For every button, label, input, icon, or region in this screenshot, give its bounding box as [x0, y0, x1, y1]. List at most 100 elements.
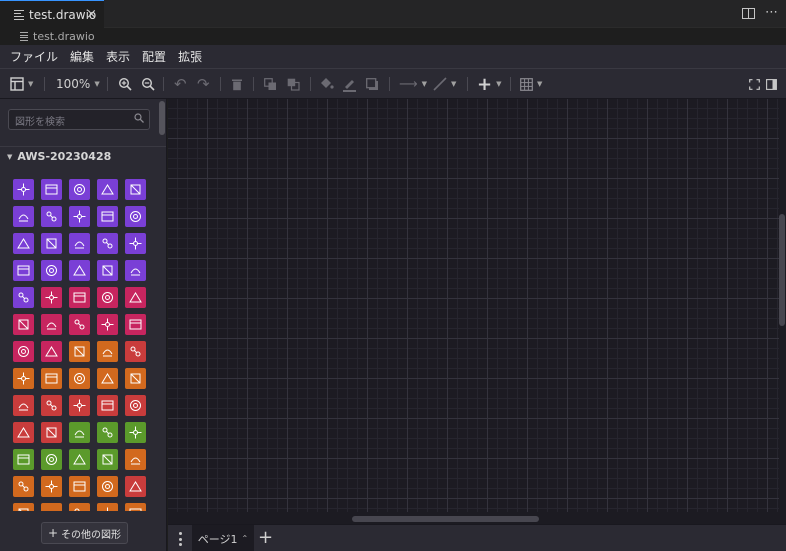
shape-tile-icon[interactable]	[41, 287, 62, 308]
shape-tile-icon[interactable]	[69, 395, 90, 416]
shape-tile-icon[interactable]	[97, 395, 118, 416]
insert-button[interactable]: + ▼	[477, 69, 501, 99]
shape-tile-icon[interactable]	[13, 260, 34, 281]
shape-tile-icon[interactable]	[125, 233, 146, 254]
zoom-in-button[interactable]	[118, 69, 132, 99]
shape-tile-icon[interactable]	[41, 503, 62, 511]
shape-tile-icon[interactable]	[125, 260, 146, 281]
shape-tile-icon[interactable]	[69, 503, 90, 511]
close-icon[interactable]: ×	[86, 7, 97, 22]
shape-tile-icon[interactable]	[69, 341, 90, 362]
sidebar-scrollbar[interactable]	[159, 101, 165, 135]
fullscreen-button[interactable]	[749, 69, 760, 99]
shape-tile-icon[interactable]	[97, 287, 118, 308]
shape-tile-icon[interactable]	[41, 314, 62, 335]
shape-tile-icon[interactable]	[13, 422, 34, 443]
shape-tile-icon[interactable]	[41, 476, 62, 497]
zoom-out-button[interactable]	[141, 69, 155, 99]
add-page-button[interactable]: +	[258, 527, 273, 548]
shape-tile-icon[interactable]	[69, 206, 90, 227]
waypoints-button[interactable]: ▼	[433, 69, 456, 99]
shape-tile-icon[interactable]	[41, 341, 62, 362]
editor-tab[interactable]: test.drawio ×	[0, 0, 104, 28]
zoom-select[interactable]: 100% ▼	[56, 69, 100, 99]
split-editor-icon[interactable]	[742, 8, 755, 19]
menu-extras[interactable]: 拡張	[178, 48, 202, 65]
shape-tile-icon[interactable]	[69, 260, 90, 281]
delete-button[interactable]	[231, 69, 243, 99]
menu-view[interactable]: 表示	[106, 48, 130, 65]
to-back-button[interactable]	[287, 69, 300, 99]
redo-button[interactable]: ↷	[197, 69, 210, 99]
shape-tile-icon[interactable]	[97, 233, 118, 254]
shape-tile-icon[interactable]	[13, 233, 34, 254]
shape-tile-icon[interactable]	[69, 368, 90, 389]
horizontal-scroll-thumb[interactable]	[352, 516, 539, 522]
shape-tile-icon[interactable]	[13, 503, 34, 511]
table-button[interactable]: ▼	[520, 69, 542, 99]
shape-tile-icon[interactable]	[125, 179, 146, 200]
menu-edit[interactable]: 編集	[70, 48, 94, 65]
undo-button[interactable]: ↶	[174, 69, 187, 99]
shape-tile-icon[interactable]	[41, 206, 62, 227]
shape-tile-icon[interactable]	[97, 260, 118, 281]
shape-tile-icon[interactable]	[69, 233, 90, 254]
shape-tile-icon[interactable]	[41, 260, 62, 281]
shape-tile-icon[interactable]	[97, 368, 118, 389]
shape-tile-icon[interactable]	[13, 476, 34, 497]
shape-search-input[interactable]: 図形を検索	[8, 109, 150, 130]
shape-tile-icon[interactable]	[97, 314, 118, 335]
shape-tile-icon[interactable]	[69, 449, 90, 470]
more-shapes-button[interactable]: + その他の図形	[41, 522, 128, 544]
shape-tile-icon[interactable]	[13, 287, 34, 308]
shape-tile-icon[interactable]	[13, 206, 34, 227]
shape-tile-icon[interactable]	[125, 449, 146, 470]
shape-tile-icon[interactable]	[125, 503, 146, 511]
format-panel-toggle[interactable]	[766, 69, 777, 99]
shape-tile-icon[interactable]	[13, 368, 34, 389]
shape-tile-icon[interactable]	[97, 341, 118, 362]
diagram-canvas[interactable]	[168, 99, 779, 512]
shape-tile-icon[interactable]	[69, 314, 90, 335]
connection-style-button[interactable]: ⟶ ▼	[399, 69, 427, 99]
shape-tile-icon[interactable]	[125, 368, 146, 389]
shape-tile-icon[interactable]	[41, 449, 62, 470]
shape-tile-icon[interactable]	[97, 449, 118, 470]
shape-tile-icon[interactable]	[97, 476, 118, 497]
to-front-button[interactable]	[264, 69, 277, 99]
shape-tile-icon[interactable]	[125, 341, 146, 362]
shape-tile-icon[interactable]	[13, 341, 34, 362]
shape-tile-icon[interactable]	[13, 449, 34, 470]
vertical-scroll-thumb[interactable]	[779, 214, 785, 326]
shape-tile-icon[interactable]	[41, 368, 62, 389]
shape-tile-icon[interactable]	[97, 422, 118, 443]
shadow-button[interactable]	[366, 69, 379, 99]
shape-tile-icon[interactable]	[41, 422, 62, 443]
shape-tile-icon[interactable]	[125, 422, 146, 443]
menu-arrange[interactable]: 配置	[142, 48, 166, 65]
shape-tile-icon[interactable]	[125, 395, 146, 416]
line-color-button[interactable]	[342, 69, 357, 99]
shape-tile-icon[interactable]	[97, 206, 118, 227]
breadcrumb-file[interactable]: test.drawio	[33, 30, 95, 43]
shape-tile-icon[interactable]	[13, 179, 34, 200]
shape-tile-icon[interactable]	[41, 233, 62, 254]
shape-tile-icon[interactable]	[97, 179, 118, 200]
fill-color-button[interactable]	[319, 69, 334, 99]
shape-tile-icon[interactable]	[41, 395, 62, 416]
more-actions-icon[interactable]: ⋯	[765, 5, 778, 20]
menu-file[interactable]: ファイル	[10, 48, 58, 65]
shape-tile-icon[interactable]	[69, 287, 90, 308]
pages-menu-icon[interactable]	[177, 532, 183, 546]
shape-tile-icon[interactable]	[13, 314, 34, 335]
shape-tile-icon[interactable]	[69, 179, 90, 200]
shape-tile-icon[interactable]	[41, 179, 62, 200]
shape-tile-icon[interactable]	[125, 287, 146, 308]
shape-group-header[interactable]: ▼ AWS-20230428	[0, 146, 166, 166]
shape-tile-icon[interactable]	[97, 503, 118, 511]
shape-tile-icon[interactable]	[125, 476, 146, 497]
shape-tile-icon[interactable]	[125, 206, 146, 227]
shape-tile-icon[interactable]	[13, 395, 34, 416]
shape-tile-icon[interactable]	[125, 314, 146, 335]
shape-tile-icon[interactable]	[69, 476, 90, 497]
